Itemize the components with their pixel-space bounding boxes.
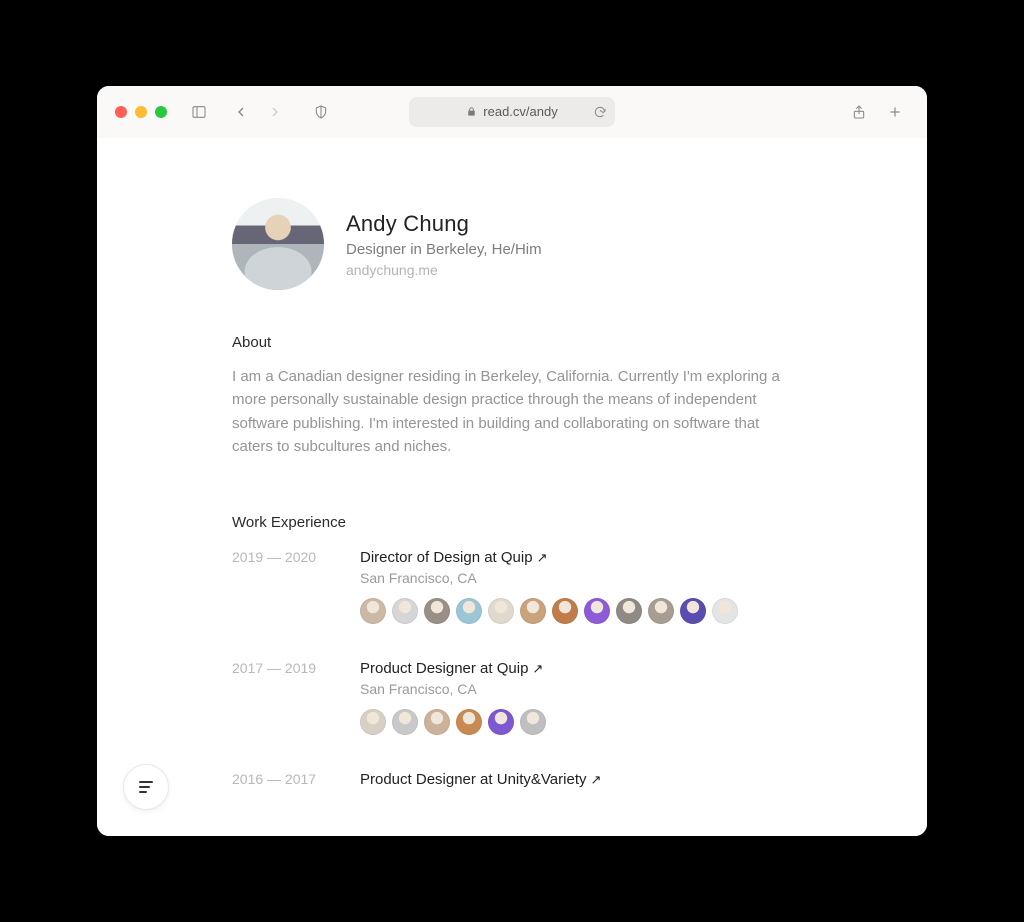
work-experience-item: 2019 — 2020 Director of Design at Quip↗ Sa…	[232, 549, 792, 624]
address-bar-text: read.cv/andy	[483, 104, 557, 119]
team-avatars	[360, 598, 792, 624]
work-item-title-text: Product Designer at Unity&Variety	[360, 771, 587, 788]
work-experience-item: 2016 — 2017 Product Designer at Unity&Var…	[232, 771, 792, 788]
team-avatar[interactable]	[712, 598, 738, 624]
work-experience-list: 2019 — 2020Director of Design at Quip↗Sa…	[232, 549, 792, 788]
work-item-title-link[interactable]: Director of Design at Quip↗	[360, 549, 792, 566]
back-button[interactable]	[227, 98, 255, 126]
window-controls	[115, 106, 167, 118]
about-heading: About	[232, 334, 792, 351]
work-item-location: San Francisco, CA	[360, 681, 792, 697]
new-tab-icon[interactable]	[881, 98, 909, 126]
menu-icon	[139, 781, 153, 793]
external-link-icon: ↗	[532, 661, 543, 677]
team-avatar[interactable]	[648, 598, 674, 624]
team-avatar[interactable]	[360, 709, 386, 735]
maximize-window-button[interactable]	[155, 106, 167, 118]
profile-name: Andy Chung	[346, 211, 542, 237]
team-avatar[interactable]	[424, 709, 450, 735]
profile-header: Andy Chung Designer in Berkeley, He/Him …	[232, 198, 792, 290]
team-avatar[interactable]	[360, 598, 386, 624]
work-experience-item: 2017 — 2019 Product Designer at Quip↗ San …	[232, 660, 792, 735]
team-avatar[interactable]	[392, 598, 418, 624]
address-bar[interactable]: read.cv/andy	[409, 97, 615, 127]
browser-toolbar: read.cv/andy	[97, 86, 927, 138]
team-avatar[interactable]	[488, 709, 514, 735]
sidebar-toggle-icon[interactable]	[185, 98, 213, 126]
work-heading: Work Experience	[232, 514, 792, 531]
team-avatar[interactable]	[616, 598, 642, 624]
external-link-icon: ↗	[537, 550, 548, 566]
team-avatar[interactable]	[392, 709, 418, 735]
profile-avatar[interactable]	[232, 198, 324, 290]
page-content: Andy Chung Designer in Berkeley, He/Him …	[97, 138, 927, 836]
minimize-window-button[interactable]	[135, 106, 147, 118]
team-avatar[interactable]	[680, 598, 706, 624]
lock-icon	[466, 106, 477, 117]
browser-window: read.cv/andy Andy Chung Designer in Berk…	[97, 86, 927, 836]
external-link-icon: ↗	[591, 772, 602, 788]
close-window-button[interactable]	[115, 106, 127, 118]
menu-fab-button[interactable]	[123, 764, 169, 810]
team-avatar[interactable]	[456, 598, 482, 624]
work-item-title-text: Product Designer at Quip	[360, 660, 528, 677]
team-avatars	[360, 709, 792, 735]
share-icon[interactable]	[845, 98, 873, 126]
team-avatar[interactable]	[520, 598, 546, 624]
work-item-dates: 2016 — 2017	[232, 771, 332, 788]
privacy-shield-icon[interactable]	[307, 98, 335, 126]
team-avatar[interactable]	[584, 598, 610, 624]
profile-subtitle: Designer in Berkeley, He/Him	[346, 241, 542, 258]
work-item-title-link[interactable]: Product Designer at Unity&Variety↗	[360, 771, 792, 788]
forward-button[interactable]	[261, 98, 289, 126]
work-item-title-link[interactable]: Product Designer at Quip↗	[360, 660, 792, 677]
team-avatar[interactable]	[456, 709, 482, 735]
work-item-dates: 2017 — 2019	[232, 660, 332, 735]
work-item-dates: 2019 — 2020	[232, 549, 332, 624]
team-avatar[interactable]	[552, 598, 578, 624]
reload-icon[interactable]	[593, 105, 607, 119]
team-avatar[interactable]	[488, 598, 514, 624]
profile-website-link[interactable]: andychung.me	[346, 262, 542, 278]
work-item-location: San Francisco, CA	[360, 570, 792, 586]
about-body: I am a Canadian designer residing in Ber…	[232, 365, 792, 458]
nav-buttons	[227, 98, 289, 126]
work-item-title-text: Director of Design at Quip	[360, 549, 533, 566]
team-avatar[interactable]	[520, 709, 546, 735]
team-avatar[interactable]	[424, 598, 450, 624]
